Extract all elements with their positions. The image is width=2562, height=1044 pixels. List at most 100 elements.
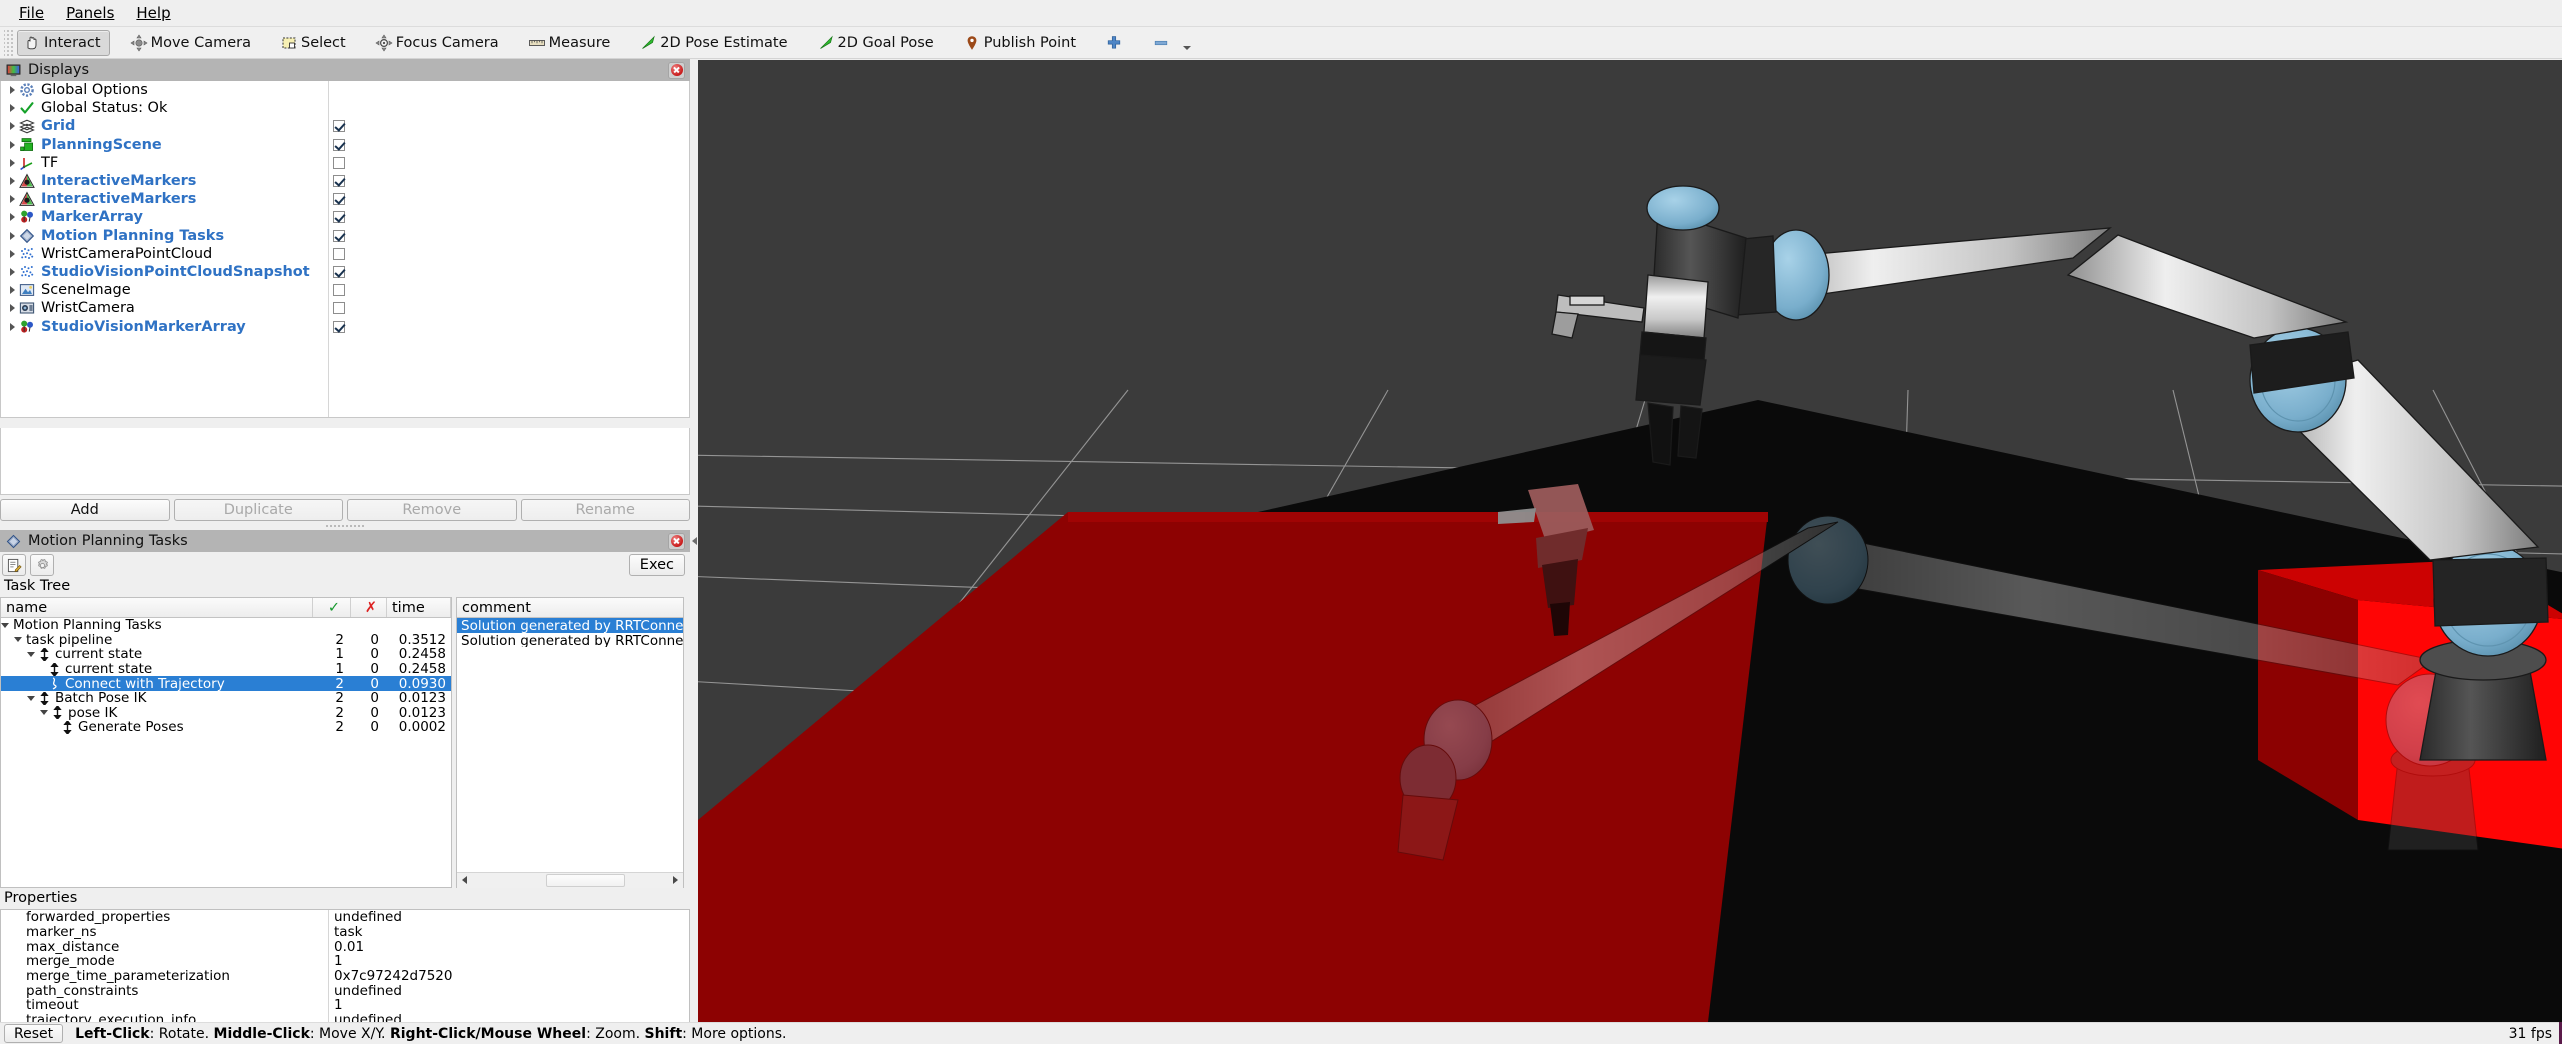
expand-arrow-icon[interactable] bbox=[5, 322, 19, 331]
toolbar-overflow-button[interactable] bbox=[1179, 30, 1195, 56]
property-value[interactable]: undefined bbox=[328, 983, 689, 999]
property-row[interactable]: merge_mode 1 bbox=[1, 953, 689, 969]
property-value[interactable]: undefined bbox=[328, 910, 689, 925]
collapse-arrow-icon[interactable] bbox=[40, 710, 48, 716]
scroll-right-icon[interactable] bbox=[668, 872, 683, 888]
displays-property-area[interactable] bbox=[0, 428, 690, 495]
tool-interact[interactable]: Interact bbox=[17, 29, 110, 56]
collapse-arrow-icon[interactable] bbox=[1, 622, 9, 628]
task-row[interactable]: current state 1 0 0.2458 bbox=[1, 646, 451, 662]
tool-2d-goal-pose[interactable]: 2D Goal Pose bbox=[811, 30, 943, 56]
menu-panels[interactable]: Panels bbox=[55, 1, 125, 25]
add-button[interactable]: Add bbox=[0, 499, 170, 521]
display-item-global-options[interactable]: Global Options bbox=[1, 81, 689, 99]
checkbox-checked-icon[interactable] bbox=[333, 211, 345, 224]
menu-help[interactable]: Help bbox=[125, 1, 181, 25]
expand-arrow-icon[interactable] bbox=[5, 140, 19, 149]
checkbox-checked-icon[interactable] bbox=[333, 266, 345, 279]
property-value[interactable]: task bbox=[328, 924, 689, 940]
checkbox-unchecked-icon[interactable] bbox=[333, 247, 345, 260]
property-row[interactable]: forwarded_properties undefined bbox=[1, 910, 689, 925]
task-row[interactable]: Batch Pose IK 2 0 0.0123 bbox=[1, 690, 451, 706]
expand-arrow-icon[interactable] bbox=[5, 267, 19, 276]
collapse-arrow-icon[interactable] bbox=[27, 695, 35, 701]
col-header-time[interactable]: time bbox=[387, 598, 451, 617]
tool-2d-pose-estimate[interactable]: 2D Pose Estimate bbox=[633, 30, 796, 56]
menu-file[interactable]: File bbox=[8, 1, 55, 25]
col-header-success[interactable]: ✓ bbox=[313, 598, 351, 617]
tool-remove-tool[interactable] bbox=[1146, 30, 1179, 56]
display-visibility-checkbox[interactable] bbox=[328, 299, 689, 317]
task-row[interactable]: pose IK 2 0 0.0123 bbox=[1, 705, 451, 721]
property-value[interactable]: 1 bbox=[328, 953, 689, 969]
property-row[interactable]: marker_ns task bbox=[1, 924, 689, 940]
mpt-close-button[interactable] bbox=[668, 532, 685, 550]
col-header-failure[interactable]: ✗ bbox=[351, 598, 387, 617]
scroll-track[interactable] bbox=[472, 872, 668, 888]
display-visibility-checkbox[interactable] bbox=[328, 245, 689, 263]
task-tree-table[interactable]: name ✓ ✗ time Motion Planning Tasks task … bbox=[0, 597, 452, 888]
display-visibility-checkbox[interactable] bbox=[328, 154, 689, 172]
checkbox-checked-icon[interactable] bbox=[333, 193, 345, 206]
task-row[interactable]: task pipeline 2 0 0.3512 bbox=[1, 632, 451, 648]
toolbar-drag-handle[interactable] bbox=[4, 29, 14, 56]
expand-arrow-icon[interactable] bbox=[5, 86, 19, 95]
task-row[interactable]: Generate Poses 2 0 0.0002 bbox=[1, 719, 451, 735]
expand-arrow-icon[interactable] bbox=[5, 195, 19, 204]
display-item-global-status-ok[interactable]: Global Status: Ok bbox=[1, 99, 689, 117]
tool-move-camera[interactable]: Move Camera bbox=[124, 30, 260, 56]
expand-arrow-icon[interactable] bbox=[5, 122, 19, 131]
display-visibility-checkbox[interactable] bbox=[328, 190, 689, 208]
property-row[interactable]: max_distance 0.01 bbox=[1, 939, 689, 955]
comment-hscrollbar[interactable] bbox=[457, 872, 683, 888]
checkbox-checked-icon[interactable] bbox=[333, 175, 345, 188]
collapse-arrow-icon[interactable] bbox=[14, 637, 22, 643]
display-visibility-checkbox[interactable] bbox=[328, 172, 689, 190]
dock-splitter[interactable] bbox=[0, 521, 690, 530]
property-value[interactable]: 0.01 bbox=[328, 939, 689, 955]
display-visibility-checkbox[interactable] bbox=[328, 136, 689, 154]
tool-publish-point[interactable]: Publish Point bbox=[957, 30, 1085, 56]
duplicate-button[interactable]: Duplicate bbox=[173, 499, 343, 521]
expand-arrow-icon[interactable] bbox=[5, 213, 19, 222]
task-settings-button[interactable] bbox=[30, 554, 54, 576]
expand-arrow-icon[interactable] bbox=[5, 104, 19, 113]
checkbox-checked-icon[interactable] bbox=[333, 138, 345, 151]
3d-viewport[interactable] bbox=[698, 60, 2562, 1022]
display-visibility-checkbox[interactable] bbox=[328, 318, 689, 336]
task-row[interactable]: Connect with Trajectory 2 0 0.0930 bbox=[1, 676, 451, 692]
tool-measure[interactable]: Measure bbox=[522, 30, 620, 56]
scroll-left-icon[interactable] bbox=[457, 872, 472, 888]
checkbox-checked-icon[interactable] bbox=[333, 120, 345, 133]
col-header-name[interactable]: name bbox=[1, 598, 313, 617]
checkbox-checked-icon[interactable] bbox=[333, 229, 345, 242]
collapse-arrow-icon[interactable] bbox=[27, 651, 35, 657]
tool-select[interactable]: Select bbox=[274, 30, 355, 56]
expand-arrow-icon[interactable] bbox=[5, 304, 19, 313]
reset-button[interactable]: Reset bbox=[4, 1024, 64, 1043]
property-row[interactable]: path_constraints undefined bbox=[1, 983, 689, 999]
property-value[interactable]: 1 bbox=[328, 997, 689, 1013]
checkbox-unchecked-icon[interactable] bbox=[333, 284, 345, 297]
display-visibility-checkbox[interactable] bbox=[328, 227, 689, 245]
display-visibility-checkbox[interactable] bbox=[328, 117, 689, 135]
checkbox-unchecked-icon[interactable] bbox=[333, 156, 345, 169]
tool-add-tool[interactable] bbox=[1099, 30, 1132, 56]
property-value[interactable]: 0x7c97242d7520 bbox=[328, 968, 689, 984]
expand-arrow-icon[interactable] bbox=[5, 286, 19, 295]
comment-row[interactable]: Solution generated by RRTConnectk bbox=[457, 618, 683, 633]
task-row[interactable]: current state 1 0 0.2458 bbox=[1, 661, 451, 677]
property-row[interactable]: timeout 1 bbox=[1, 997, 689, 1013]
checkbox-checked-icon[interactable] bbox=[333, 320, 345, 333]
displays-close-button[interactable] bbox=[668, 61, 685, 79]
comment-column[interactable]: comment Solution generated by RRTConnect… bbox=[456, 597, 684, 888]
expand-arrow-icon[interactable] bbox=[5, 249, 19, 258]
display-visibility-checkbox[interactable] bbox=[328, 263, 689, 281]
rename-button[interactable]: Rename bbox=[520, 499, 690, 521]
col-header-comment[interactable]: comment bbox=[457, 598, 683, 618]
property-row[interactable]: merge_time_parameterization 0x7c97242d752… bbox=[1, 968, 689, 984]
display-visibility-checkbox[interactable] bbox=[328, 281, 689, 299]
expand-arrow-icon[interactable] bbox=[5, 177, 19, 186]
edit-task-button[interactable] bbox=[2, 554, 26, 576]
checkbox-unchecked-icon[interactable] bbox=[333, 302, 345, 315]
